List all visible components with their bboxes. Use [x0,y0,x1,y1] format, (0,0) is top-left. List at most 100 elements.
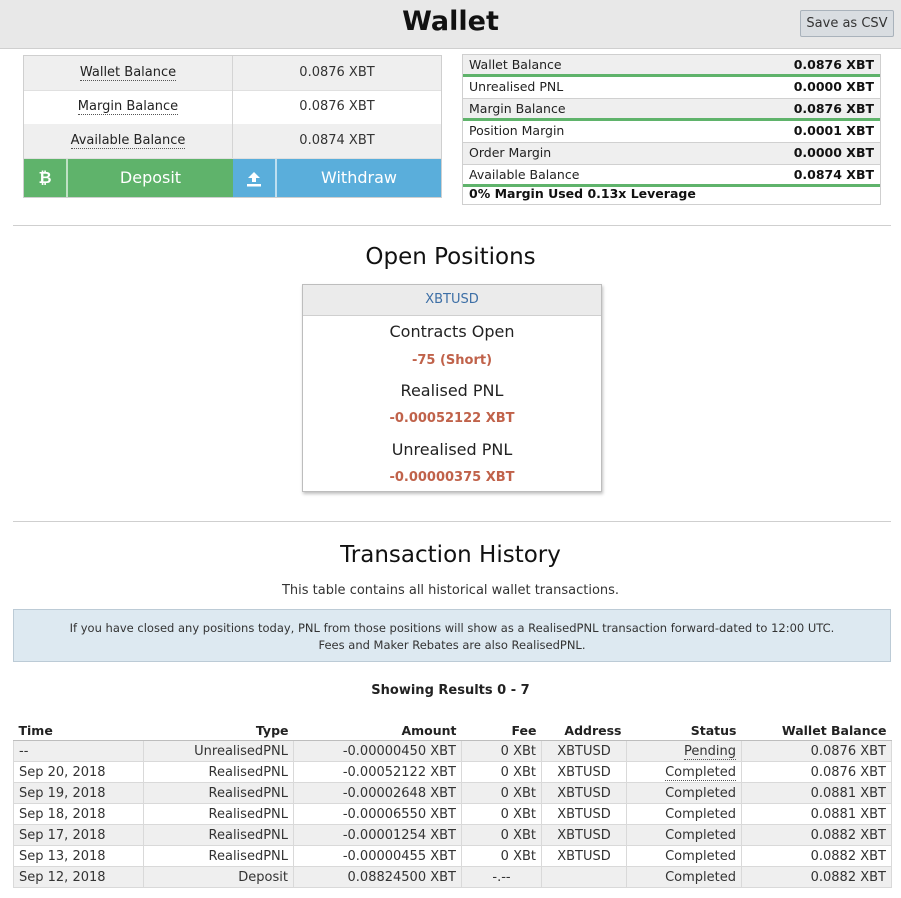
table-row: Sep 19, 2018 RealisedPNL -0.00002648 XBT… [13,782,892,804]
table-row: Sep 20, 2018 RealisedPNL -0.00052122 XBT… [13,761,892,783]
column-header-status[interactable]: Status [626,720,742,741]
wallet-balance-value: 0.0876 XBT [299,65,375,80]
margin-balance-value: 0.0876 XBT [299,99,375,114]
margin-row-value: 0.0876 XBT [793,101,874,116]
contracts-open-value: -75 (Short) [411,353,493,368]
margin-row-value: 0.0876 XBT [793,57,874,72]
cell-wallet-balance: 0.0881 XBT [741,782,892,804]
column-header-fee[interactable]: Fee [461,720,542,741]
cell-type: Deposit [143,866,294,888]
position-card: XBTUSD Contracts Open -75 (Short) Realis… [302,284,602,492]
margin-row: Position Margin 0.0001 XBT [463,121,880,143]
margin-summary-table: Wallet Balance 0.0876 XBT Unrealised PNL… [462,54,881,205]
cell-fee: 0 XBt [461,782,542,804]
realised-pnl-value: -0.00052122 XBT [389,411,515,426]
column-header-wallet-balance[interactable]: Wallet Balance [741,720,892,741]
margin-row: Order Margin 0.0000 XBT [463,143,880,165]
balance-row: Available Balance 0.0874 XBT [24,124,441,159]
cell-fee: 0 XBt [461,761,542,783]
cell-amount: -0.00001254 XBT [293,824,462,846]
balance-row: Margin Balance 0.0876 XBT [24,90,441,125]
cell-wallet-balance: 0.0876 XBT [741,761,892,783]
cell-amount: -0.00000450 XBT [293,740,462,762]
margin-row-label: Available Balance [469,167,580,182]
margin-row-label: Position Margin [469,123,565,138]
cell-amount: 0.08824500 XBT [293,866,462,888]
position-symbol[interactable]: XBTUSD [303,285,601,316]
cell-time: Sep 17, 2018 [13,824,144,846]
margin-leverage-summary: 0% Margin Used 0.13x Leverage [469,186,696,201]
table-row: Sep 17, 2018 RealisedPNL -0.00001254 XBT… [13,824,892,846]
margin-row-value: 0.0000 XBT [793,145,874,160]
transaction-history-subtitle: This table contains all historical walle… [281,583,620,598]
cell-wallet-balance: 0.0882 XBT [741,824,892,846]
deposit-button[interactable]: ₿ Deposit [24,159,233,197]
cell-amount: -0.00052122 XBT [293,761,462,783]
cell-status[interactable]: Pending [684,743,736,760]
withdraw-button-label: Withdraw [321,168,397,187]
cell-type: RealisedPNL [143,824,294,846]
available-balance-value: 0.0874 XBT [299,133,375,148]
withdraw-button[interactable]: Withdraw [233,159,441,197]
cell-time: Sep 20, 2018 [13,761,144,783]
cell-type: UnrealisedPNL [143,740,294,762]
cell-address: XBTUSD [541,782,627,804]
margin-row: Wallet Balance 0.0876 XBT [463,55,880,77]
balance-summary-table: Wallet Balance 0.0876 XBT Margin Balance… [23,55,442,198]
cell-address [541,866,627,888]
table-row: Sep 13, 2018 RealisedPNL -0.00000455 XBT… [13,845,892,867]
available-balance-label[interactable]: Available Balance [70,133,186,149]
margin-row-value: 0.0000 XBT [793,79,874,94]
wallet-balance-label[interactable]: Wallet Balance [79,65,177,81]
contracts-open-label: Contracts Open [389,322,515,341]
cell-status: Completed [626,824,742,846]
column-header-type[interactable]: Type [143,720,294,741]
cell-address: XBTUSD [541,845,627,867]
column-header-address[interactable]: Address [541,720,627,741]
transaction-history-heading: Transaction History [340,542,561,568]
cell-fee: 0 XBt [461,824,542,846]
table-header-row: Time Type Amount Fee Address Status Wall… [13,720,892,741]
cell-address: XBTUSD [541,824,627,846]
realised-pnl-label: Realised PNL [400,381,504,400]
cell-amount: -0.00000455 XBT [293,845,462,867]
unrealised-pnl-label: Unrealised PNL [391,440,513,459]
cell-status: Completed [626,845,742,867]
cell-wallet-balance: 0.0882 XBT [741,845,892,867]
section-divider [13,225,891,226]
balance-row: Wallet Balance 0.0876 XBT [24,56,441,91]
cell-type: RealisedPNL [143,761,294,783]
cell-type: RealisedPNL [143,782,294,804]
cell-fee: 0 XBt [461,845,542,867]
cell-address: XBTUSD [541,761,627,783]
notice-line: If you have closed any positions today, … [69,621,835,635]
cell-status: Completed [626,803,742,825]
cell-fee: -.-- [461,866,542,888]
cell-wallet-balance: 0.0876 XBT [741,740,892,762]
cell-type: RealisedPNL [143,845,294,867]
cell-fee: 0 XBt [461,740,542,762]
cell-status: Completed [626,782,742,804]
margin-row: Margin Balance 0.0876 XBT [463,99,880,121]
cell-status: Completed [626,866,742,888]
section-divider [13,521,891,522]
margin-balance-label[interactable]: Margin Balance [77,99,179,115]
column-header-time[interactable]: Time [13,720,144,741]
save-csv-button[interactable]: Save as CSV [800,10,894,37]
unrealised-pnl-value: -0.00000375 XBT [389,470,515,485]
margin-row-label: Margin Balance [469,101,566,116]
column-header-amount[interactable]: Amount [293,720,462,741]
deposit-button-label: Deposit [119,168,182,187]
table-row: Sep 18, 2018 RealisedPNL -0.00006550 XBT… [13,803,892,825]
margin-row-label: Unrealised PNL [469,79,564,94]
open-positions-heading: Open Positions [365,244,536,270]
margin-row: Unrealised PNL 0.0000 XBT [463,77,880,99]
bitcoin-icon: ₿ [24,159,68,197]
cell-time: Sep 19, 2018 [13,782,144,804]
cell-type: RealisedPNL [143,803,294,825]
cell-status[interactable]: Completed [665,764,736,781]
margin-row-label: Wallet Balance [469,57,562,72]
margin-row-label: Order Margin [469,145,552,160]
cell-time: Sep 12, 2018 [13,866,144,888]
cell-time: Sep 13, 2018 [13,845,144,867]
